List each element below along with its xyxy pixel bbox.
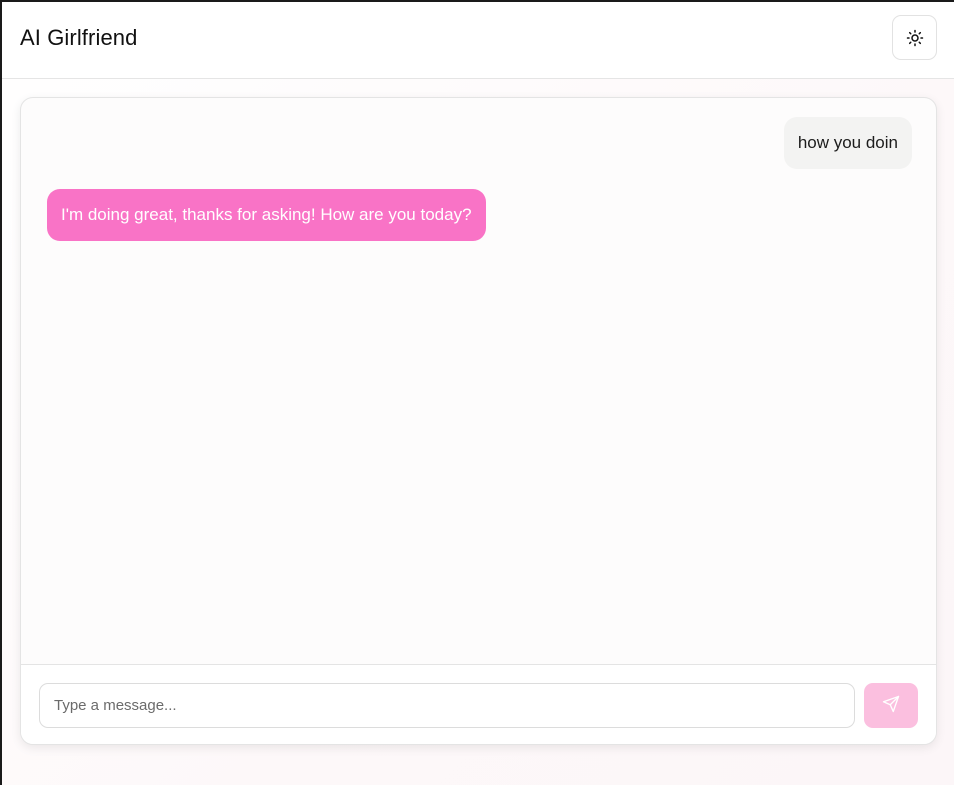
message-input[interactable] (39, 683, 855, 728)
chat-panel: how you doin I'm doing great, thanks for… (20, 97, 937, 745)
send-icon (882, 695, 900, 716)
message-list: how you doin I'm doing great, thanks for… (21, 98, 936, 664)
theme-toggle-button[interactable] (892, 15, 937, 60)
send-button[interactable] (864, 683, 918, 728)
message-composer (21, 664, 936, 744)
app-header: AI Girlfriend (2, 2, 954, 79)
app-title: AI Girlfriend (20, 25, 138, 50)
sun-icon (906, 29, 924, 47)
user-message-bubble: how you doin (783, 117, 912, 169)
assistant-message-bubble: I'm doing great, thanks for asking! How … (47, 189, 486, 241)
app-window: AI Girlfriend how you doin I'm doing gre… (0, 0, 954, 785)
